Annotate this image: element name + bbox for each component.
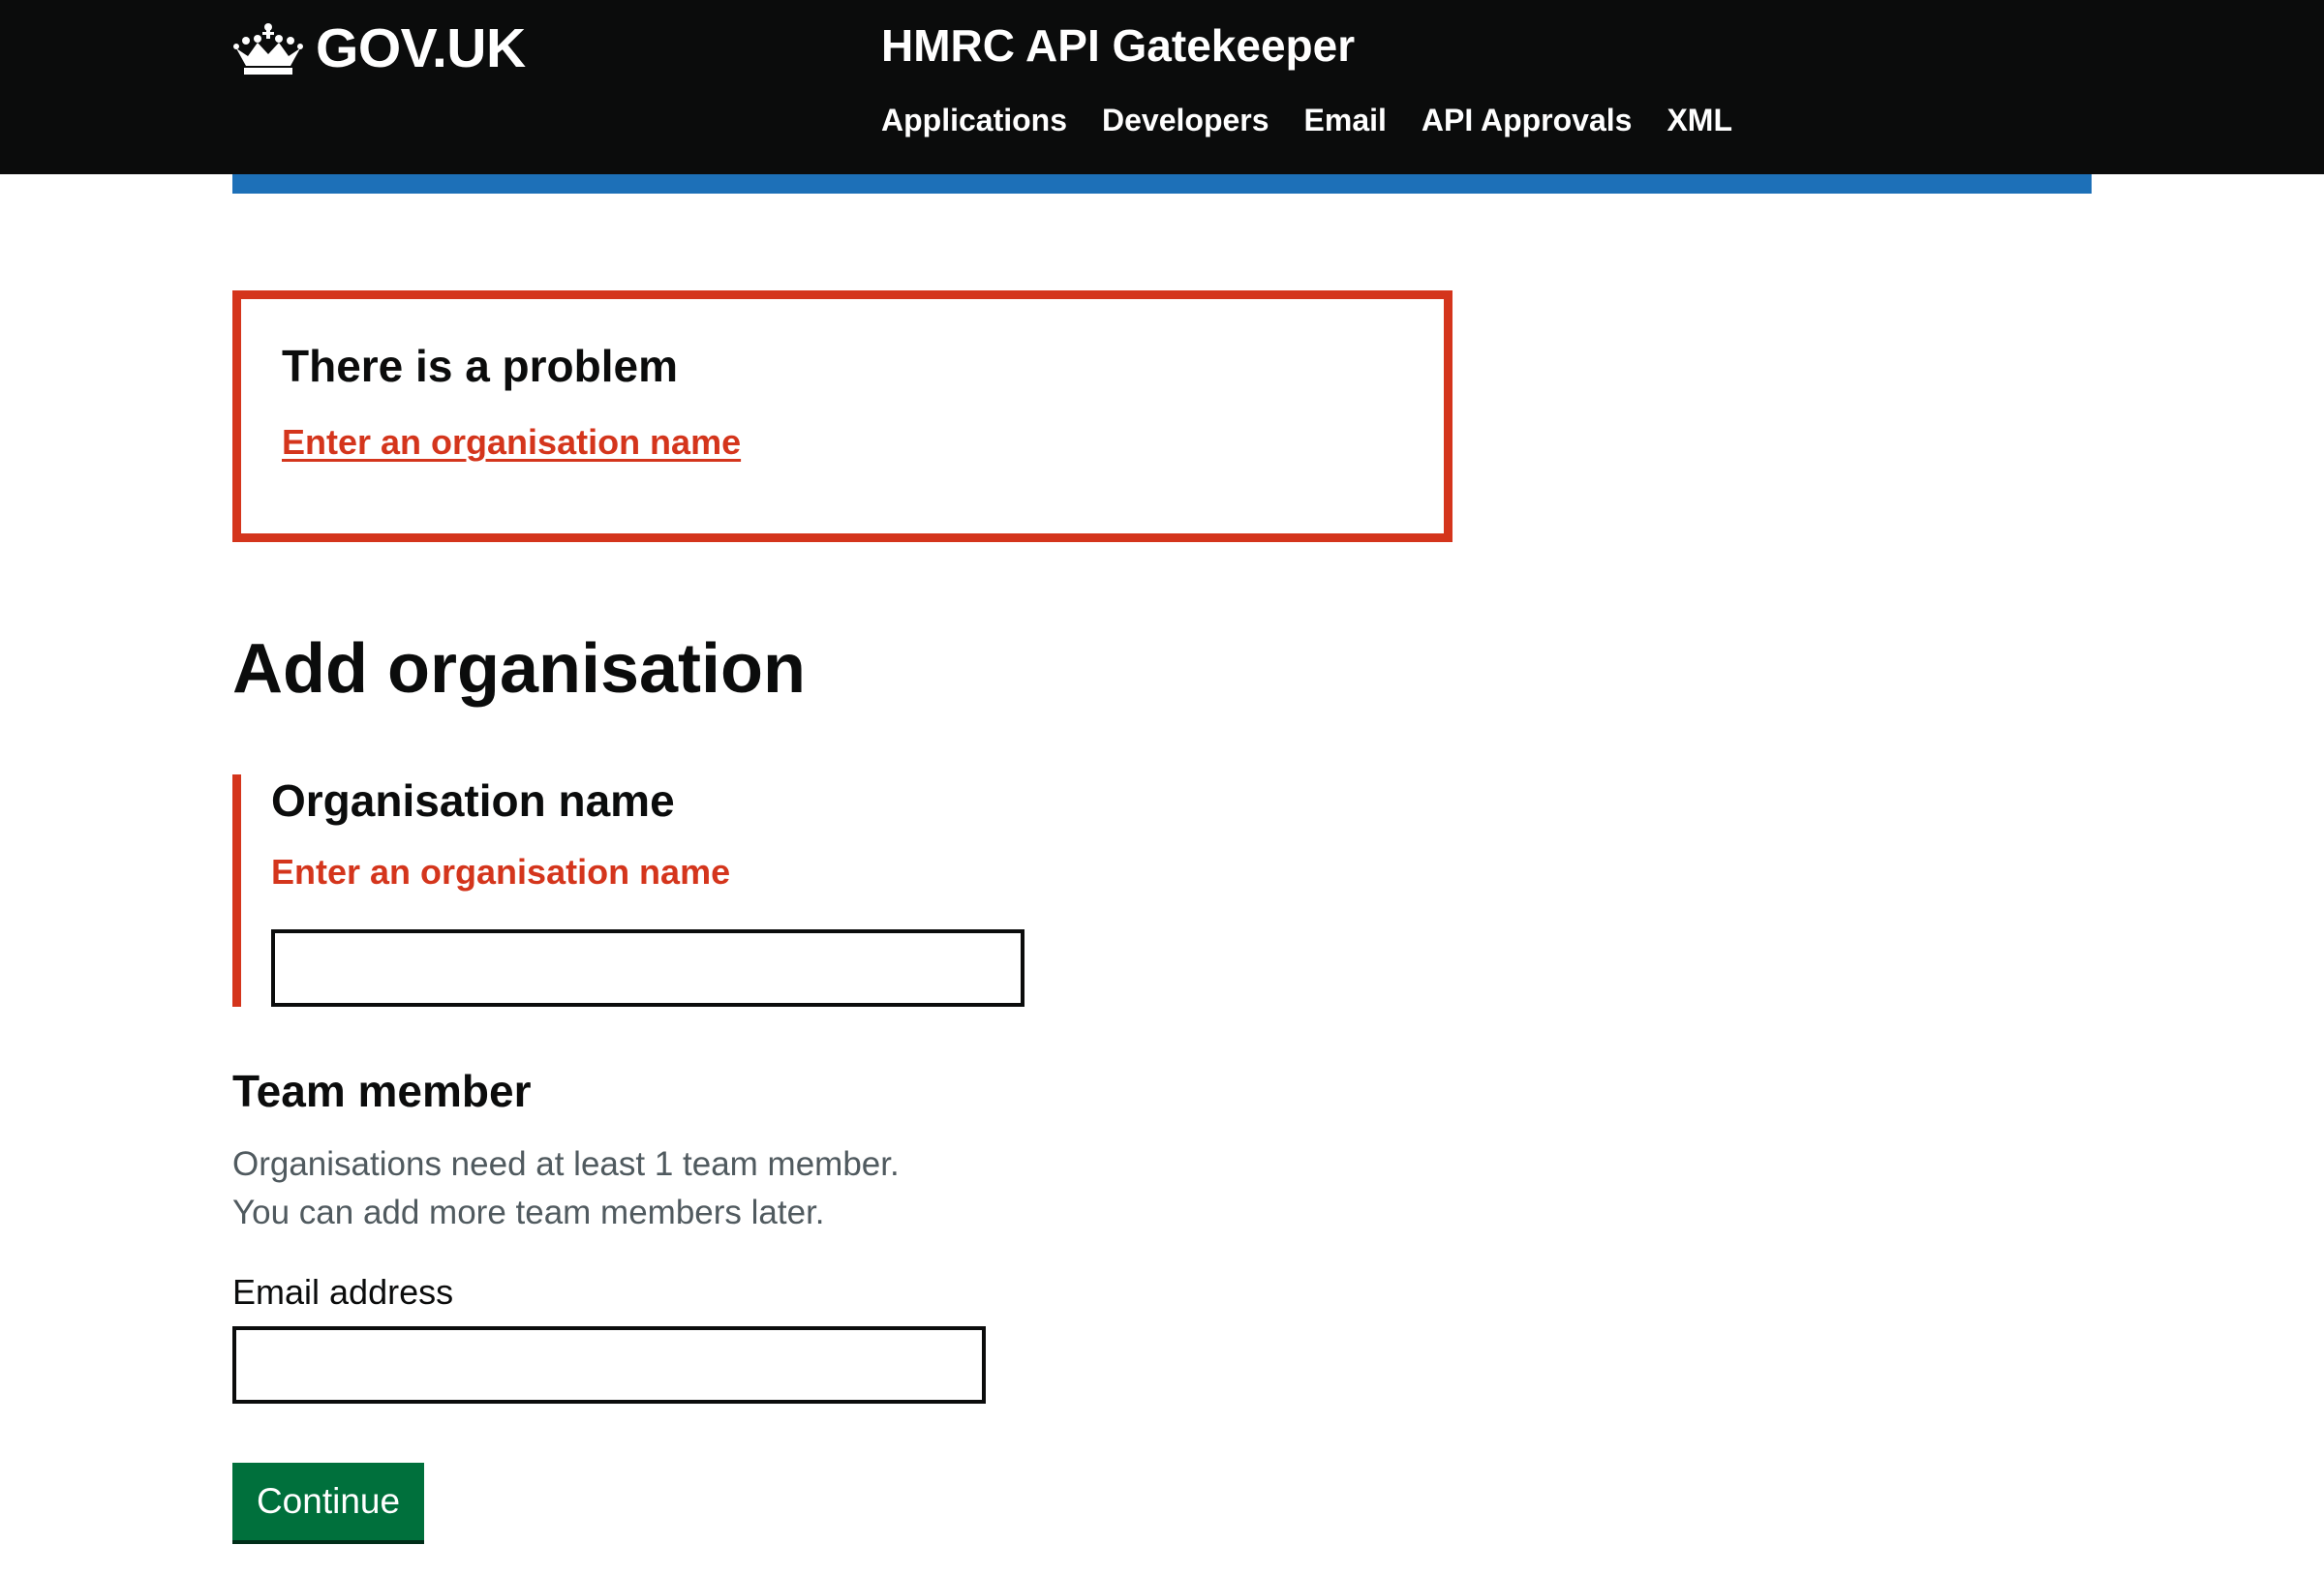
- header-blue-bar: [232, 174, 2092, 194]
- nav-link-xml[interactable]: XML: [1667, 103, 1732, 137]
- nav-link-api-approvals[interactable]: API Approvals: [1422, 103, 1633, 137]
- govuk-logo-link[interactable]: GOV.UK: [232, 17, 526, 79]
- organisation-name-label: Organisation name: [271, 775, 675, 826]
- team-member-hint: Organisations need at least 1 team membe…: [232, 1140, 900, 1237]
- organisation-name-form-group: Organisation name Enter an organisation …: [232, 774, 1104, 1007]
- nav-link-email[interactable]: Email: [1304, 103, 1387, 137]
- nav-item: Developers: [1102, 103, 1269, 138]
- nav-item: Email: [1304, 103, 1387, 138]
- nav-item: API Approvals: [1422, 103, 1633, 138]
- nav-link-developers[interactable]: Developers: [1102, 103, 1269, 137]
- service-name-link[interactable]: HMRC API Gatekeeper: [881, 19, 1355, 72]
- continue-button[interactable]: Continue: [232, 1463, 424, 1540]
- team-member-heading: Team member: [232, 1066, 532, 1116]
- main-navigation: Applications Developers Email API Approv…: [881, 103, 1732, 138]
- site-header: GOV.UK HMRC API Gatekeeper Applications …: [0, 0, 2324, 174]
- nav-link-applications[interactable]: Applications: [881, 103, 1067, 137]
- govuk-logo-text: GOV.UK: [316, 17, 526, 79]
- error-summary-link[interactable]: Enter an organisation name: [282, 422, 741, 463]
- error-summary: There is a problem Enter an organisation…: [232, 290, 1452, 542]
- email-address-label: Email address: [232, 1272, 454, 1312]
- page-title: Add organisation: [232, 630, 806, 708]
- team-member-hint-line: Organisations need at least 1 team membe…: [232, 1145, 900, 1183]
- nav-item: Applications: [881, 103, 1067, 138]
- nav-item: XML: [1667, 103, 1732, 138]
- error-summary-title: There is a problem: [282, 341, 679, 391]
- organisation-name-input[interactable]: [271, 929, 1024, 1007]
- crown-icon: [233, 23, 303, 75]
- team-member-hint-line: You can add more team members later.: [232, 1194, 825, 1231]
- organisation-name-error-message: Enter an organisation name: [271, 852, 731, 892]
- email-address-input[interactable]: [232, 1326, 986, 1404]
